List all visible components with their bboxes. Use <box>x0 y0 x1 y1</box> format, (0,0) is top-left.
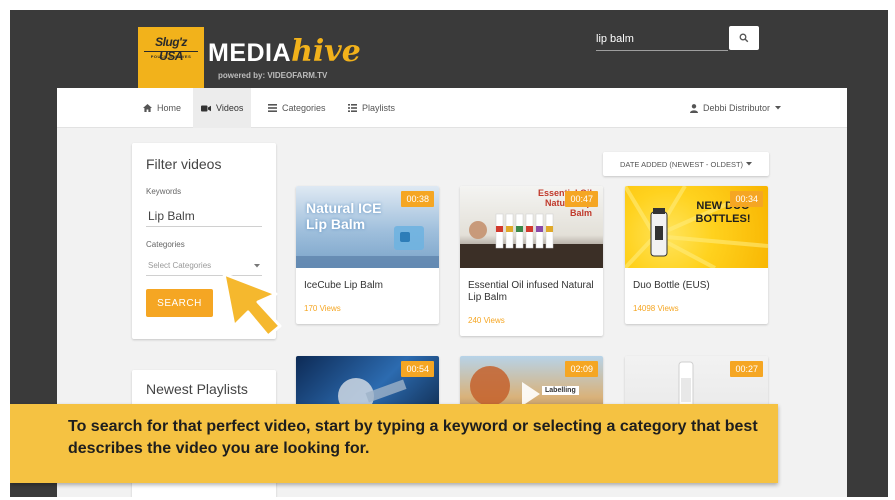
video-views: 240 Views <box>468 316 505 325</box>
main-navbar: Home Videos Categories Playlists Debbi D… <box>57 88 847 128</box>
brand-logo-badge[interactable]: Slug'z USA POUCH SLEEVES <box>138 27 204 89</box>
video-card[interactable]: Essential Oil Natural Lip Balm 00:47 Ess… <box>460 186 603 336</box>
video-thumbnail[interactable]: Essential Oil Natural Lip Balm 00:47 <box>460 186 603 268</box>
keywords-label: Keywords <box>146 187 182 196</box>
video-title[interactable]: Duo Bottle (EUS) <box>633 280 761 292</box>
brand-tagline: POUCH SLEEVES <box>150 54 192 59</box>
duration-badge: 00:47 <box>565 191 598 207</box>
sort-dropdown[interactable]: DATE ADDED (NEWEST - OLDEST) <box>603 152 769 176</box>
nav-label-videos: Videos <box>216 103 244 113</box>
header-search-input[interactable] <box>596 27 728 51</box>
nav-label-playlists: Playlists <box>362 103 396 113</box>
playlist-icon <box>348 104 357 112</box>
home-icon <box>143 104 152 112</box>
duration-badge: 02:09 <box>565 361 598 377</box>
video-thumbnail[interactable]: Natural ICE Lip Balm 00:38 <box>296 186 439 268</box>
caret-down-icon <box>746 162 753 166</box>
nav-item-home[interactable]: Home <box>135 88 189 128</box>
mediahive-logo[interactable]: MEDIAhive <box>208 34 361 69</box>
play-icon <box>522 382 540 406</box>
nav-label-home: Home <box>157 103 182 113</box>
nav-label-categories: Categories <box>282 103 326 113</box>
search-icon <box>739 33 749 43</box>
video-title[interactable]: Essential Oil infused Natural Lip Balm <box>468 280 596 304</box>
nav-item-categories[interactable]: Categories <box>260 88 334 128</box>
header-search-button[interactable] <box>729 26 759 50</box>
nav-item-videos[interactable]: Videos <box>193 88 252 128</box>
playlists-title: Newest Playlists <box>146 381 248 397</box>
video-title[interactable]: IceCube Lip Balm <box>304 280 432 292</box>
sort-label: DATE ADDED (NEWEST - OLDEST) <box>619 159 744 169</box>
chevron-down-icon <box>254 263 260 267</box>
logo-hive-text: hive <box>291 34 361 69</box>
video-card[interactable]: NEW DUO BOTTLES! 00:34 Duo Bottle (EUS) … <box>625 186 768 324</box>
duration-badge: 00:27 <box>730 361 763 377</box>
video-camera-icon <box>201 105 211 111</box>
powered-by-text: powered by: VIDEOFARM.TV <box>218 71 328 80</box>
keywords-input[interactable] <box>146 205 262 227</box>
tutorial-caption: To search for that perfect video, start … <box>10 404 778 483</box>
duration-badge: 00:34 <box>730 191 763 207</box>
brand-rule <box>144 51 198 52</box>
video-card[interactable]: Natural ICE Lip Balm 00:38 IceCube Lip B… <box>296 186 439 324</box>
video-views: 170 Views <box>304 304 341 313</box>
logo-media-text: MEDIA <box>208 39 292 67</box>
caption-text: To search for that perfect video, start … <box>68 418 758 457</box>
user-menu[interactable]: Debbi Distributor <box>689 88 781 128</box>
caret-down-icon <box>775 106 781 110</box>
user-icon <box>689 103 698 113</box>
filter-search-button[interactable]: SEARCH <box>146 289 213 317</box>
video-thumbnail[interactable]: NEW DUO BOTTLES! 00:34 <box>625 186 768 268</box>
duration-badge: 00:54 <box>401 361 434 377</box>
categories-placeholder: Select Categories <box>148 261 212 270</box>
thumbnail-caption: Labelling <box>542 386 579 395</box>
duration-badge: 00:38 <box>401 191 434 207</box>
filter-title: Filter videos <box>146 156 222 172</box>
thumbnail-caption: Natural ICE Lip Balm <box>306 200 382 232</box>
list-icon <box>268 104 277 112</box>
pointer-arrow-icon <box>222 272 282 338</box>
nav-item-playlists[interactable]: Playlists <box>340 88 403 128</box>
app-frame: Slug'z USA POUCH SLEEVES MEDIAhive power… <box>10 10 888 497</box>
categories-label: Categories <box>146 240 185 249</box>
video-views: 14098 Views <box>633 304 679 313</box>
user-name: Debbi Distributor <box>702 103 770 113</box>
